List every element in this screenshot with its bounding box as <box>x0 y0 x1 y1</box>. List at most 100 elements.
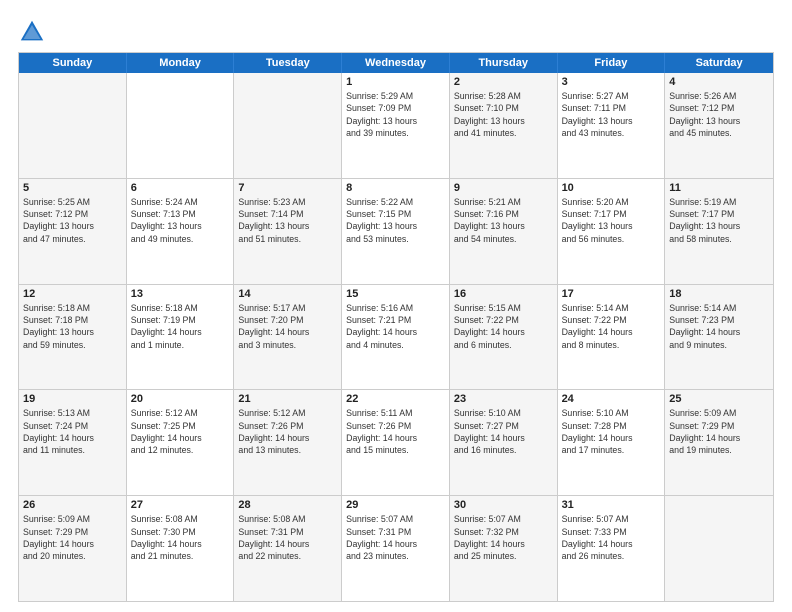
day-number: 8 <box>346 182 445 194</box>
day-number: 30 <box>454 499 553 511</box>
cell-info: Sunrise: 5:09 AM Sunset: 7:29 PM Dayligh… <box>669 407 769 456</box>
calendar: SundayMondayTuesdayWednesdayThursdayFrid… <box>18 52 774 602</box>
day-number: 4 <box>669 76 769 88</box>
cell-info: Sunrise: 5:29 AM Sunset: 7:09 PM Dayligh… <box>346 90 445 139</box>
cell-info: Sunrise: 5:10 AM Sunset: 7:27 PM Dayligh… <box>454 407 553 456</box>
cell-info: Sunrise: 5:16 AM Sunset: 7:21 PM Dayligh… <box>346 302 445 351</box>
cal-cell <box>19 73 127 178</box>
cell-info: Sunrise: 5:21 AM Sunset: 7:16 PM Dayligh… <box>454 196 553 245</box>
day-number: 17 <box>562 288 661 300</box>
day-number: 1 <box>346 76 445 88</box>
day-number: 16 <box>454 288 553 300</box>
cell-info: Sunrise: 5:14 AM Sunset: 7:23 PM Dayligh… <box>669 302 769 351</box>
cal-cell: 5Sunrise: 5:25 AM Sunset: 7:12 PM Daylig… <box>19 179 127 284</box>
cal-cell: 10 Sunrise: 5:20 AM Sunset: 7:17 PM Dayli… <box>558 179 666 284</box>
cal-cell: 25 Sunrise: 5:09 AM Sunset: 7:29 PM Dayli… <box>665 390 773 495</box>
cell-info: Sunrise: 5:28 AM Sunset: 7:10 PM Dayligh… <box>454 90 553 139</box>
header-day-saturday: Saturday <box>665 53 773 73</box>
calendar-row-3: 12 Sunrise: 5:18 AM Sunset: 7:18 PM Dayli… <box>19 284 773 390</box>
header <box>18 18 774 46</box>
cell-info: Sunrise: 5:19 AM Sunset: 7:17 PM Dayligh… <box>669 196 769 245</box>
day-number: 12 <box>23 288 122 300</box>
logo-icon <box>18 18 46 46</box>
calendar-header: SundayMondayTuesdayWednesdayThursdayFrid… <box>19 53 773 73</box>
calendar-row-2: 5Sunrise: 5:25 AM Sunset: 7:12 PM Daylig… <box>19 178 773 284</box>
cell-info: Sunrise: 5:27 AM Sunset: 7:11 PM Dayligh… <box>562 90 661 139</box>
page: SundayMondayTuesdayWednesdayThursdayFrid… <box>0 0 792 612</box>
day-number: 29 <box>346 499 445 511</box>
cell-info: Sunrise: 5:22 AM Sunset: 7:15 PM Dayligh… <box>346 196 445 245</box>
day-number: 7 <box>238 182 337 194</box>
cell-info: Sunrise: 5:07 AM Sunset: 7:32 PM Dayligh… <box>454 513 553 562</box>
day-number: 3 <box>562 76 661 88</box>
cell-info: Sunrise: 5:12 AM Sunset: 7:25 PM Dayligh… <box>131 407 230 456</box>
cell-info: Sunrise: 5:18 AM Sunset: 7:18 PM Dayligh… <box>23 302 122 351</box>
cell-info: Sunrise: 5:07 AM Sunset: 7:31 PM Dayligh… <box>346 513 445 562</box>
day-number: 25 <box>669 393 769 405</box>
cell-info: Sunrise: 5:08 AM Sunset: 7:31 PM Dayligh… <box>238 513 337 562</box>
day-number: 22 <box>346 393 445 405</box>
day-number: 5 <box>23 182 122 194</box>
cell-info: Sunrise: 5:23 AM Sunset: 7:14 PM Dayligh… <box>238 196 337 245</box>
day-number: 13 <box>131 288 230 300</box>
day-number: 9 <box>454 182 553 194</box>
cal-cell: 13Sunrise: 5:18 AM Sunset: 7:19 PM Dayli… <box>127 285 235 390</box>
cal-cell: 8 Sunrise: 5:22 AM Sunset: 7:15 PM Daylig… <box>342 179 450 284</box>
cell-info: Sunrise: 5:07 AM Sunset: 7:33 PM Dayligh… <box>562 513 661 562</box>
day-number: 14 <box>238 288 337 300</box>
cal-cell: 30 Sunrise: 5:07 AM Sunset: 7:32 PM Dayli… <box>450 496 558 601</box>
cal-cell: 20 Sunrise: 5:12 AM Sunset: 7:25 PM Dayli… <box>127 390 235 495</box>
day-number: 10 <box>562 182 661 194</box>
cal-cell: 12 Sunrise: 5:18 AM Sunset: 7:18 PM Dayli… <box>19 285 127 390</box>
header-day-sunday: Sunday <box>19 53 127 73</box>
cell-info: Sunrise: 5:13 AM Sunset: 7:24 PM Dayligh… <box>23 407 122 456</box>
day-number: 19 <box>23 393 122 405</box>
day-number: 20 <box>131 393 230 405</box>
day-number: 21 <box>238 393 337 405</box>
calendar-row-4: 19 Sunrise: 5:13 AM Sunset: 7:24 PM Dayli… <box>19 389 773 495</box>
cal-cell: 23 Sunrise: 5:10 AM Sunset: 7:27 PM Dayli… <box>450 390 558 495</box>
cal-cell: 1 Sunrise: 5:29 AM Sunset: 7:09 PM Daylig… <box>342 73 450 178</box>
cal-cell: 16 Sunrise: 5:15 AM Sunset: 7:22 PM Dayli… <box>450 285 558 390</box>
cal-cell: 17 Sunrise: 5:14 AM Sunset: 7:22 PM Dayli… <box>558 285 666 390</box>
logo <box>18 18 50 46</box>
day-number: 31 <box>562 499 661 511</box>
header-day-tuesday: Tuesday <box>234 53 342 73</box>
day-number: 2 <box>454 76 553 88</box>
cal-cell <box>234 73 342 178</box>
day-number: 11 <box>669 182 769 194</box>
cell-info: Sunrise: 5:24 AM Sunset: 7:13 PM Dayligh… <box>131 196 230 245</box>
cal-cell: 28 Sunrise: 5:08 AM Sunset: 7:31 PM Dayli… <box>234 496 342 601</box>
calendar-row-1: 1 Sunrise: 5:29 AM Sunset: 7:09 PM Daylig… <box>19 73 773 178</box>
cell-info: Sunrise: 5:15 AM Sunset: 7:22 PM Dayligh… <box>454 302 553 351</box>
day-number: 28 <box>238 499 337 511</box>
day-number: 6 <box>131 182 230 194</box>
day-number: 23 <box>454 393 553 405</box>
header-day-friday: Friday <box>558 53 666 73</box>
cal-cell: 15Sunrise: 5:16 AM Sunset: 7:21 PM Dayli… <box>342 285 450 390</box>
cal-cell: 9 Sunrise: 5:21 AM Sunset: 7:16 PM Daylig… <box>450 179 558 284</box>
cal-cell: 24Sunrise: 5:10 AM Sunset: 7:28 PM Dayli… <box>558 390 666 495</box>
cal-cell: 18Sunrise: 5:14 AM Sunset: 7:23 PM Dayli… <box>665 285 773 390</box>
cal-cell: 31 Sunrise: 5:07 AM Sunset: 7:33 PM Dayli… <box>558 496 666 601</box>
header-day-thursday: Thursday <box>450 53 558 73</box>
cal-cell: 6 Sunrise: 5:24 AM Sunset: 7:13 PM Daylig… <box>127 179 235 284</box>
cal-cell <box>665 496 773 601</box>
cal-cell: 26 Sunrise: 5:09 AM Sunset: 7:29 PM Dayli… <box>19 496 127 601</box>
cell-info: Sunrise: 5:10 AM Sunset: 7:28 PM Dayligh… <box>562 407 661 456</box>
cal-cell: 2 Sunrise: 5:28 AM Sunset: 7:10 PM Daylig… <box>450 73 558 178</box>
cal-cell: 21Sunrise: 5:12 AM Sunset: 7:26 PM Dayli… <box>234 390 342 495</box>
cal-cell: 4 Sunrise: 5:26 AM Sunset: 7:12 PM Daylig… <box>665 73 773 178</box>
day-number: 27 <box>131 499 230 511</box>
cell-info: Sunrise: 5:11 AM Sunset: 7:26 PM Dayligh… <box>346 407 445 456</box>
cal-cell: 22 Sunrise: 5:11 AM Sunset: 7:26 PM Dayli… <box>342 390 450 495</box>
cal-cell: 11 Sunrise: 5:19 AM Sunset: 7:17 PM Dayli… <box>665 179 773 284</box>
cell-info: Sunrise: 5:26 AM Sunset: 7:12 PM Dayligh… <box>669 90 769 139</box>
cell-info: Sunrise: 5:20 AM Sunset: 7:17 PM Dayligh… <box>562 196 661 245</box>
cell-info: Sunrise: 5:14 AM Sunset: 7:22 PM Dayligh… <box>562 302 661 351</box>
header-day-monday: Monday <box>127 53 235 73</box>
cal-cell: 3 Sunrise: 5:27 AM Sunset: 7:11 PM Daylig… <box>558 73 666 178</box>
cell-info: Sunrise: 5:09 AM Sunset: 7:29 PM Dayligh… <box>23 513 122 562</box>
cal-cell <box>127 73 235 178</box>
day-number: 26 <box>23 499 122 511</box>
